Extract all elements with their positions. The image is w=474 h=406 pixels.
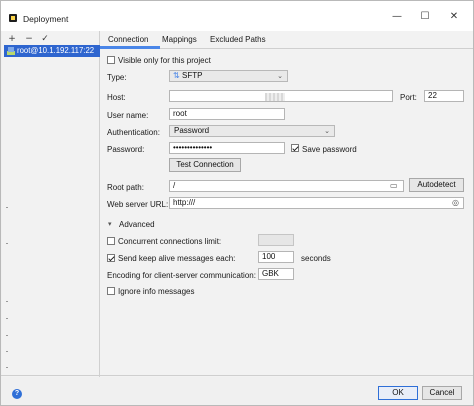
concurrent-limit-label: Concurrent connections limit: bbox=[118, 237, 222, 246]
chevron-down-icon: ⌄ bbox=[324, 127, 330, 135]
resize-marker bbox=[6, 335, 8, 336]
footer-divider bbox=[1, 375, 473, 376]
password-input[interactable]: •••••••••••••• bbox=[169, 142, 285, 154]
window-title: Deployment bbox=[23, 14, 69, 24]
ignore-info-label: Ignore info messages bbox=[118, 287, 195, 296]
ok-button[interactable]: OK bbox=[378, 386, 418, 400]
advanced-section-title: Advanced bbox=[119, 220, 155, 229]
password-label: Password: bbox=[107, 145, 145, 154]
visible-only-label: Visible only for this project bbox=[118, 56, 211, 65]
port-label: Port: bbox=[400, 93, 417, 102]
keep-alive-input[interactable]: 100 bbox=[258, 251, 294, 263]
tab-bar: Connection Mappings Excluded Paths bbox=[100, 31, 473, 49]
expand-arrow-icon[interactable]: ▾ bbox=[108, 220, 112, 228]
encoding-input[interactable]: GBK bbox=[258, 268, 294, 280]
active-tab-indicator bbox=[100, 46, 160, 49]
root-path-input[interactable]: / ▭ bbox=[169, 180, 404, 192]
root-path-label: Root path: bbox=[107, 183, 144, 192]
keep-alive-label: Send keep alive messages each: bbox=[118, 254, 236, 263]
server-list-item[interactable]: root@10.1.192.117:22 bbox=[4, 45, 100, 57]
encoding-label: Encoding for client-server communication… bbox=[107, 271, 256, 280]
cancel-button[interactable]: Cancel bbox=[422, 386, 462, 400]
save-password-checkbox[interactable] bbox=[291, 144, 299, 152]
web-server-url-input[interactable]: http:/// ◎ bbox=[169, 197, 464, 209]
type-select[interactable]: ⇅ SFTP ⌄ bbox=[169, 70, 288, 82]
server-list-panel: + − ✓ root@10.1.192.117:22 bbox=[2, 31, 100, 377]
help-icon[interactable]: ? bbox=[12, 389, 22, 399]
host-label: Host: bbox=[107, 93, 126, 102]
sftp-icon: ⇅ bbox=[173, 71, 180, 80]
resize-marker bbox=[6, 301, 8, 302]
settings-content: Connection Mappings Excluded Paths Visib… bbox=[100, 31, 473, 377]
authentication-select[interactable]: Password ⌄ bbox=[169, 125, 335, 137]
user-name-input[interactable]: root bbox=[169, 108, 285, 120]
globe-icon[interactable]: ◎ bbox=[452, 198, 459, 208]
port-input[interactable]: 22 bbox=[424, 90, 464, 102]
concurrent-limit-checkbox[interactable] bbox=[107, 237, 115, 245]
tab-connection[interactable]: Connection bbox=[108, 35, 148, 44]
resize-marker bbox=[6, 318, 8, 319]
resize-marker bbox=[6, 351, 8, 352]
tab-mappings[interactable]: Mappings bbox=[162, 35, 197, 44]
user-name-label: User name: bbox=[107, 111, 149, 120]
keep-alive-unit: seconds bbox=[301, 254, 331, 263]
host-input[interactable] bbox=[169, 90, 393, 102]
type-label: Type: bbox=[107, 73, 127, 82]
concurrent-limit-input[interactable] bbox=[258, 234, 294, 246]
tab-excluded-paths[interactable]: Excluded Paths bbox=[210, 35, 266, 44]
authentication-value: Password bbox=[174, 126, 210, 135]
save-password-label: Save password bbox=[302, 145, 357, 154]
test-connection-button[interactable]: Test Connection bbox=[169, 158, 241, 172]
authentication-label: Authentication: bbox=[107, 128, 160, 137]
resize-marker bbox=[6, 243, 8, 244]
set-default-icon[interactable]: ✓ bbox=[39, 33, 51, 45]
title-bar: Deployment — ☐ ✕ bbox=[1, 1, 473, 31]
masked-host-value bbox=[265, 93, 285, 101]
resize-marker bbox=[6, 367, 8, 368]
folder-icon[interactable]: ▭ bbox=[390, 181, 398, 191]
ignore-info-checkbox[interactable] bbox=[107, 287, 115, 295]
deployment-window: Deployment — ☐ ✕ + − ✓ root@10.1.192.117… bbox=[0, 0, 474, 406]
autodetect-button[interactable]: Autodetect bbox=[409, 178, 464, 192]
add-server-icon[interactable]: + bbox=[6, 33, 18, 45]
minimize-icon[interactable]: — bbox=[384, 8, 410, 26]
sftp-server-icon bbox=[7, 47, 15, 55]
server-label: root@10.1.192.117:22 bbox=[17, 46, 95, 55]
chevron-down-icon: ⌄ bbox=[277, 72, 283, 80]
type-value: SFTP bbox=[182, 71, 203, 80]
resize-marker bbox=[6, 207, 8, 208]
app-logo-icon bbox=[9, 14, 17, 22]
maximize-icon[interactable]: ☐ bbox=[412, 8, 438, 26]
keep-alive-checkbox[interactable] bbox=[107, 254, 115, 262]
web-server-url-label: Web server URL: bbox=[107, 200, 169, 209]
remove-server-icon[interactable]: − bbox=[23, 33, 35, 45]
visible-only-checkbox[interactable] bbox=[107, 56, 115, 64]
close-icon[interactable]: ✕ bbox=[441, 8, 467, 26]
